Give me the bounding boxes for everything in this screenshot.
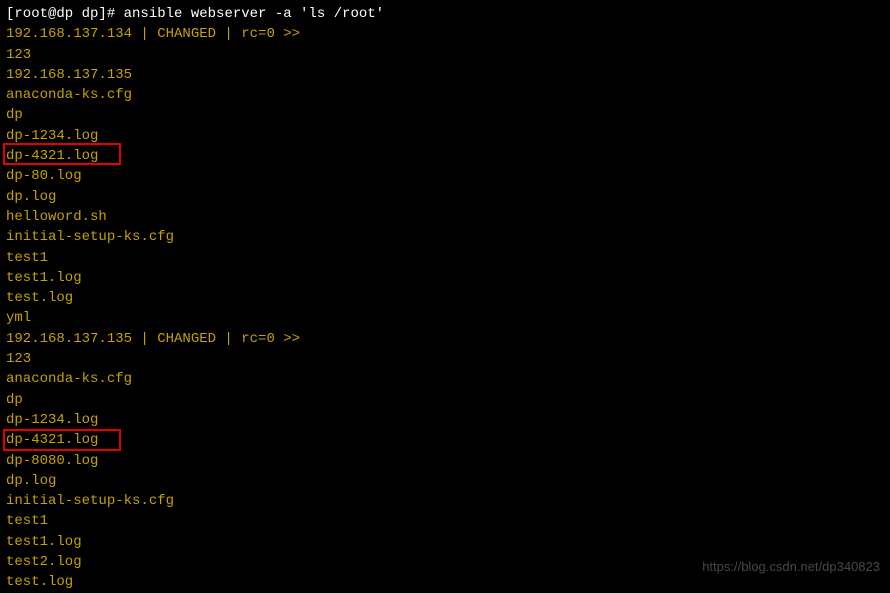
output-line: test1	[6, 248, 884, 268]
output-line: test.log	[6, 288, 884, 308]
output-line: dp-8080.log	[6, 451, 884, 471]
output-line: dp-80.log	[6, 166, 884, 186]
output-line: 192.168.137.134 | CHANGED | rc=0 >>	[6, 24, 884, 44]
output-line: yml	[6, 308, 884, 328]
output-line: dp-1234.log	[6, 126, 884, 146]
output-line: dp	[6, 105, 884, 125]
output-line: dp-1234.log	[6, 410, 884, 430]
output-line: dp.log	[6, 471, 884, 491]
output-line: test1	[6, 511, 884, 531]
output-line: 192.168.137.135 | CHANGED | rc=0 >>	[6, 329, 884, 349]
output-line: 123	[6, 45, 884, 65]
output-line: initial-setup-ks.cfg	[6, 227, 884, 247]
output-line: 123	[6, 349, 884, 369]
output-line: dp	[6, 390, 884, 410]
output-line: dp-4321.log	[6, 146, 884, 166]
output-line: test1.log	[6, 268, 884, 288]
watermark-text: https://blog.csdn.net/dp340823	[702, 558, 880, 577]
command-text: ansible webserver -a 'ls /root'	[124, 6, 384, 22]
output-line: initial-setup-ks.cfg	[6, 491, 884, 511]
output-line: anaconda-ks.cfg	[6, 85, 884, 105]
terminal-output: [root@dp dp]# ansible webserver -a 'ls /…	[6, 4, 884, 593]
output-line: anaconda-ks.cfg	[6, 369, 884, 389]
output-line: dp-4321.log	[6, 430, 884, 450]
output-line: test1.log	[6, 532, 884, 552]
output-line: dp.log	[6, 187, 884, 207]
output-line: helloword.sh	[6, 207, 884, 227]
prompt-line: [root@dp dp]# ansible webserver -a 'ls /…	[6, 4, 884, 24]
output-line: 192.168.137.135	[6, 65, 884, 85]
prompt-prefix: [root@dp dp]#	[6, 6, 124, 22]
